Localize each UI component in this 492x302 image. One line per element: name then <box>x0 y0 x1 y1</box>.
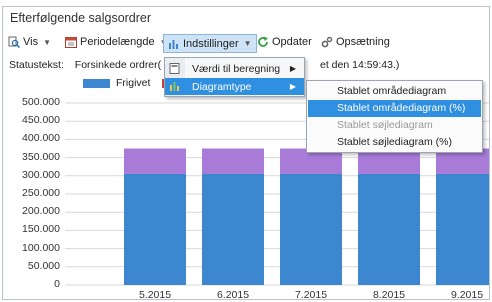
bar-segment-series-1[interactable] <box>202 148 264 174</box>
y-tick-label: 150.000 <box>22 223 60 236</box>
bar-segment-frigivet[interactable] <box>202 173 264 285</box>
y-tick-label: 500.000 <box>22 96 60 108</box>
y-tick-label: 100.000 <box>22 241 60 254</box>
y-tick-label: 0 <box>54 278 60 290</box>
submenu-item-stacked-bar: Stablet søjlediagram <box>337 119 433 131</box>
x-tick-label: 7.2015 <box>294 289 328 300</box>
y-tick-label: 250.000 <box>22 187 60 199</box>
x-tick-label: 8.2015 <box>372 289 406 300</box>
menu-item-value-calc[interactable]: Værdi til beregning ▶ <box>165 60 304 77</box>
menu-item-chart-type[interactable]: Diagramtype ▶ <box>165 78 304 95</box>
y-tick-label: 300.000 <box>22 168 60 181</box>
app-window: Efterfølgende salgsordrer Vis ▼ Periodel… <box>2 6 490 300</box>
chevron-right-icon: ▶ <box>289 82 296 91</box>
bar-segment-series-1[interactable] <box>124 148 186 174</box>
x-tick-label: 9.2015 <box>450 289 484 300</box>
chart-type-submenu: Stablet områdediagram Stablet områdediag… <box>306 80 483 153</box>
chart-type-icon <box>170 82 179 91</box>
bar-segment-frigivet[interactable] <box>124 173 186 285</box>
bar-segment-frigivet[interactable] <box>436 173 489 285</box>
submenu-item-stacked-bar-percent[interactable]: Stablet søjlediagram (%) <box>308 134 481 151</box>
menu-item-label: Værdi til beregning <box>192 62 281 75</box>
menu-item-label: Diagramtype <box>192 80 252 93</box>
submenu-item-stacked-area[interactable]: Stablet områdediagram <box>308 83 481 100</box>
y-tick-label: 350.000 <box>22 150 60 163</box>
y-tick-label: 400.000 <box>22 132 60 145</box>
calculator-icon <box>169 63 180 74</box>
x-tick-label: 6.2015 <box>216 289 250 300</box>
submenu-item-stacked-area-percent[interactable]: Stablet områdediagram (%) <box>308 100 481 117</box>
stacked-bar-chart <box>65 102 489 286</box>
bar-segment-frigivet[interactable] <box>358 173 420 285</box>
bar-segment-frigivet[interactable] <box>280 173 342 285</box>
y-tick-label: 450.000 <box>22 114 60 127</box>
x-tick-label: 5.2015 <box>138 289 172 300</box>
y-tick-label: 50.000 <box>27 259 60 272</box>
y-tick-label: 200.000 <box>22 205 60 218</box>
settings-menu: Værdi til beregning ▶ Diagramtype ▶ <box>164 57 305 97</box>
chevron-right-icon: ▶ <box>289 64 296 73</box>
